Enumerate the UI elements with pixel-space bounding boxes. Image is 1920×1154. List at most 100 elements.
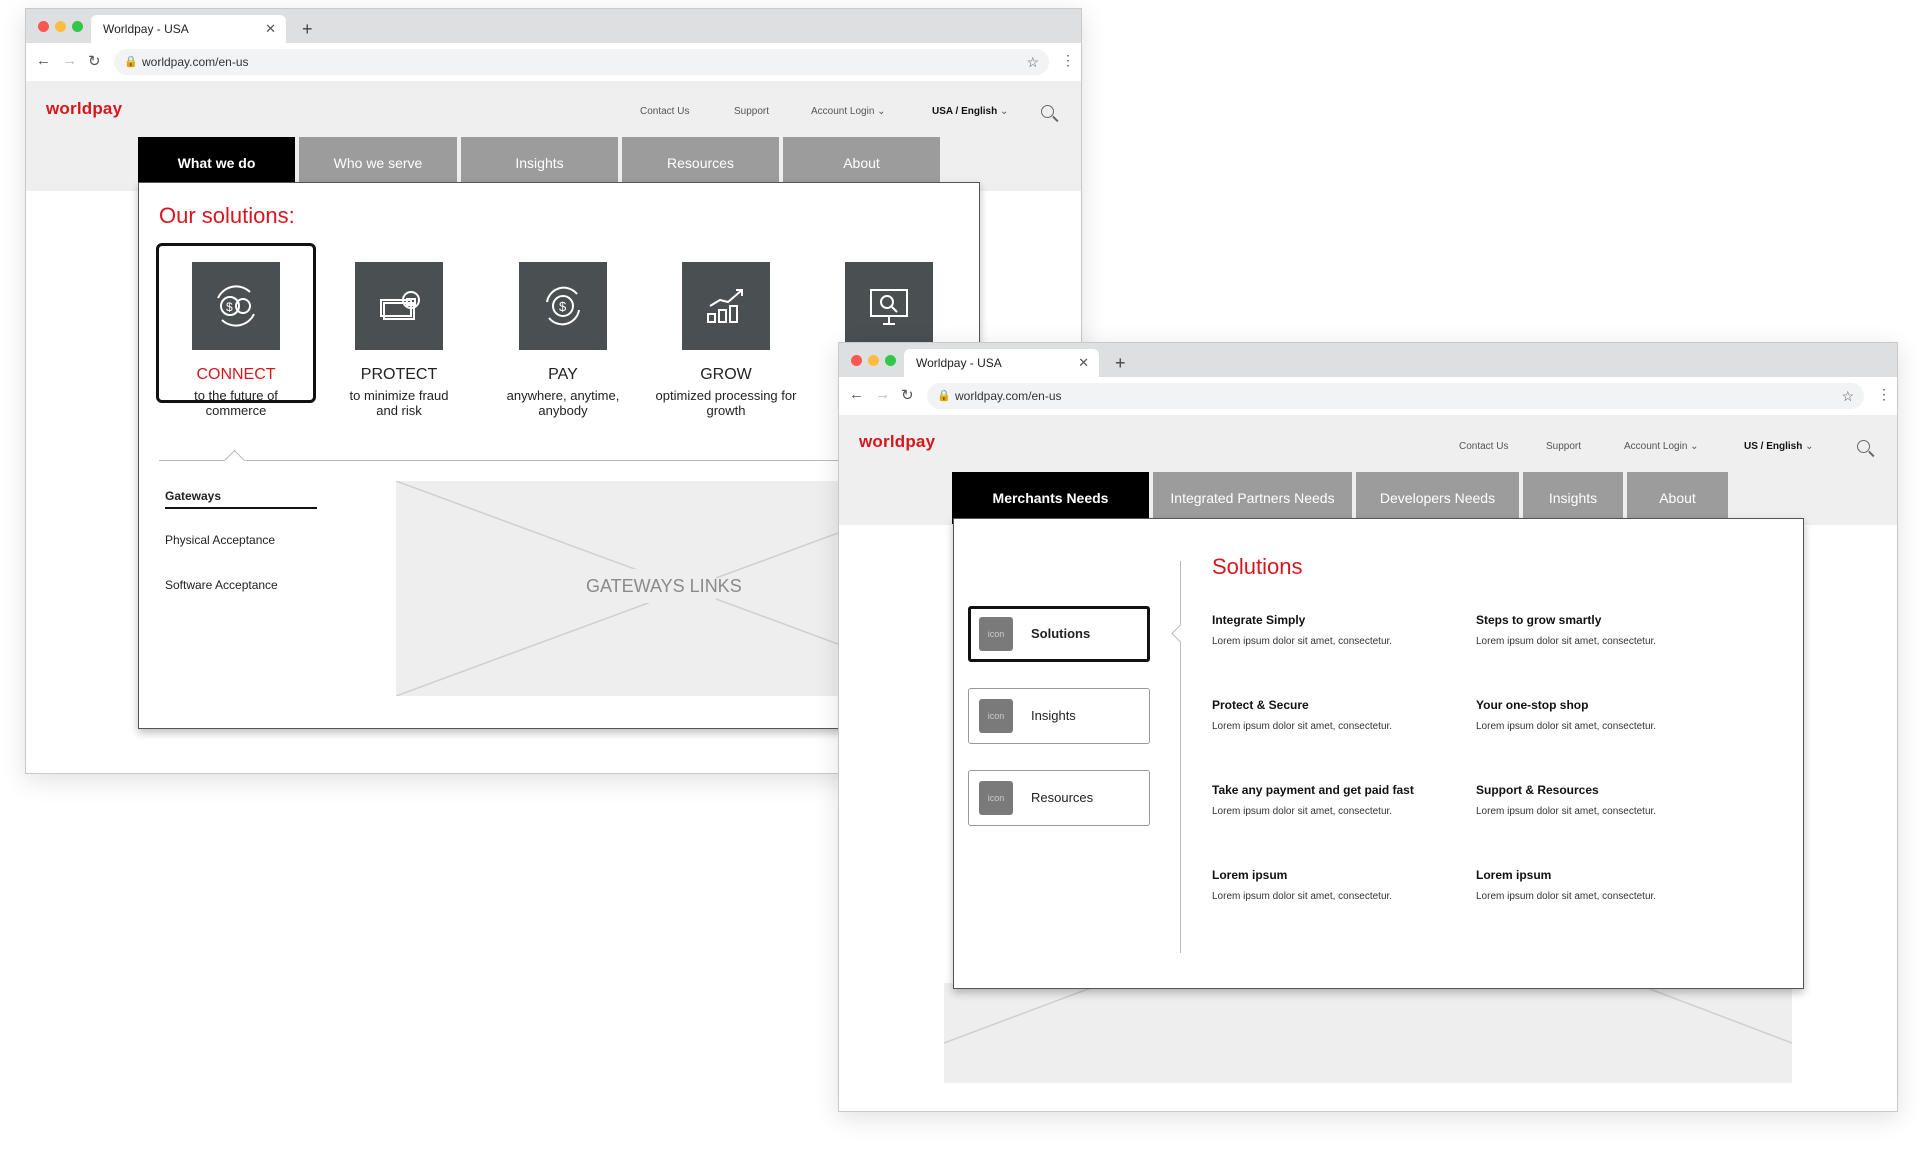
worldpay-logo[interactable]: worldpay	[46, 99, 122, 119]
solution-card-pay[interactable]: $ PAY anywhere, anytime, anybody	[483, 262, 643, 418]
browser-tab[interactable]: Worldpay - USA ✕	[904, 349, 1099, 377]
new-tab-icon[interactable]: +	[302, 15, 313, 43]
side-link-software-acceptance[interactable]: Software Acceptance	[165, 578, 278, 592]
close-tab-icon[interactable]: ✕	[265, 15, 276, 43]
pointer-caret	[1171, 624, 1190, 643]
maximize-dot[interactable]	[72, 21, 83, 32]
browser-menu-icon[interactable]: ⋮	[1061, 52, 1075, 69]
url-field[interactable]: 🔒 worldpay.com/en-us ☆	[114, 49, 1049, 75]
site-header: worldpay Contact Us Support Account Logi…	[26, 81, 1081, 191]
solution-item-title[interactable]: Lorem ipsum	[1476, 868, 1551, 882]
nav-tab-about[interactable]: About	[1627, 472, 1728, 524]
url-text: worldpay.com/en-us	[142, 55, 249, 69]
browser-menu-icon[interactable]: ⋮	[1877, 386, 1891, 403]
url-field[interactable]: 🔒 worldpay.com/en-us ☆	[927, 383, 1864, 409]
nav-tab-integrated-partners[interactable]: Integrated Partners Needs	[1153, 472, 1352, 524]
placeholder-label: GATEWAYS LINKS	[586, 569, 742, 603]
solution-item-title[interactable]: Integrate Simply	[1212, 613, 1305, 627]
region-dropdown[interactable]: USA / English ⌄	[932, 106, 1008, 117]
chevron-down-icon: ⌄	[1805, 441, 1814, 452]
region-dropdown[interactable]: US / English ⌄	[1744, 441, 1814, 452]
solution-item-desc: Lorem ipsum dolor sit amet, consectetur.	[1476, 806, 1657, 817]
solution-name: GROW	[700, 366, 752, 383]
currency-exchange-icon: $	[192, 262, 280, 350]
region-label: USA / English	[932, 106, 998, 117]
back-icon[interactable]: ←	[849, 386, 864, 403]
window-controls[interactable]	[851, 355, 896, 366]
support-link[interactable]: Support	[1546, 441, 1581, 452]
account-login-dropdown[interactable]: Account Login ⌄	[811, 106, 886, 117]
bookmark-star-icon[interactable]: ☆	[1841, 383, 1854, 409]
monitor-search-icon	[845, 262, 933, 350]
chevron-down-icon: ⌄	[877, 106, 886, 117]
solution-item-title[interactable]: Take any payment and get paid fast	[1212, 783, 1414, 797]
reload-icon[interactable]: ↻	[88, 52, 101, 70]
maximize-dot[interactable]	[885, 355, 896, 366]
nav-tab-insights[interactable]: Insights	[1523, 472, 1623, 524]
site-header: worldpay Contact Us Support Account Logi…	[839, 415, 1897, 525]
chevron-down-icon: ⌄	[999, 106, 1009, 117]
side-button-label: Resources	[1031, 790, 1094, 805]
solution-name: PROTECT	[360, 366, 438, 383]
support-link[interactable]: Support	[734, 106, 769, 117]
solution-item-title[interactable]: Your one-stop shop	[1476, 698, 1588, 712]
worldpay-logo[interactable]: worldpay	[859, 432, 935, 452]
placeholder-icon: icon	[979, 617, 1013, 651]
solution-item-desc: Lorem ipsum dolor sit amet, consectetur.	[1476, 891, 1657, 902]
address-bar: ← → ↻ 🔒 worldpay.com/en-us ☆ ⋮	[839, 377, 1897, 416]
solution-card-grow[interactable]: GROW optimized processing for growth	[646, 262, 806, 418]
side-button-solutions[interactable]: icon Solutions	[968, 606, 1150, 662]
solution-item-title[interactable]: Lorem ipsum	[1212, 868, 1287, 882]
section-heading: Solutions	[1212, 554, 1303, 579]
close-dot[interactable]	[851, 355, 862, 366]
new-tab-icon[interactable]: +	[1115, 349, 1126, 377]
solution-item-desc: Lorem ipsum dolor sit amet, consectetur.	[1212, 636, 1393, 647]
tab-title: Worldpay - USA	[916, 356, 1002, 370]
forward-icon[interactable]: →	[875, 386, 890, 403]
solution-item-desc: Lorem ipsum dolor sit amet, consectetur.	[1476, 721, 1657, 732]
search-icon[interactable]	[1857, 440, 1870, 453]
svg-text:$: $	[226, 300, 233, 314]
svg-text:$: $	[559, 299, 567, 314]
window-controls[interactable]	[38, 21, 83, 32]
minimize-dot[interactable]	[868, 355, 879, 366]
nav-tab-merchants-needs[interactable]: Merchants Needs	[952, 472, 1149, 524]
url-text: worldpay.com/en-us	[955, 389, 1062, 403]
solution-name: CONNECT	[196, 366, 276, 383]
close-tab-icon[interactable]: ✕	[1078, 349, 1089, 377]
content-placeholder	[944, 983, 1792, 1083]
side-button-resources[interactable]: icon Resources	[968, 770, 1150, 826]
browser-tab[interactable]: Worldpay - USA ✕	[91, 15, 286, 43]
back-icon[interactable]: ←	[36, 52, 51, 69]
solution-item-title[interactable]: Support & Resources	[1476, 783, 1599, 797]
account-login-label: Account Login	[811, 106, 875, 117]
side-button-insights[interactable]: icon Insights	[968, 688, 1150, 744]
solution-name: PAY	[548, 366, 578, 383]
side-link-gateways[interactable]: Gateways	[165, 489, 221, 503]
solution-item-desc: Lorem ipsum dolor sit amet, consectetur.	[1476, 636, 1657, 647]
minimize-dot[interactable]	[55, 21, 66, 32]
solution-item-title[interactable]: Protect & Secure	[1212, 698, 1309, 712]
contact-us-link[interactable]: Contact Us	[1459, 441, 1508, 452]
forward-icon[interactable]: →	[62, 52, 77, 69]
placeholder-icon: icon	[979, 699, 1013, 733]
account-login-label: Account Login	[1624, 441, 1688, 452]
bookmark-star-icon[interactable]: ☆	[1026, 49, 1039, 75]
solution-card-connect[interactable]: $ CONNECT to the future of commerce	[156, 243, 316, 418]
solution-card-fifth[interactable]	[809, 262, 969, 350]
growth-chart-icon	[682, 262, 770, 350]
side-link-physical-acceptance[interactable]: Physical Acceptance	[165, 533, 275, 547]
lock-icon: 🔒	[124, 56, 138, 68]
reload-icon[interactable]: ↻	[901, 386, 914, 404]
account-login-dropdown[interactable]: Account Login ⌄	[1624, 441, 1699, 452]
solution-item-desc: Lorem ipsum dolor sit amet, consectetur.	[1212, 891, 1393, 902]
close-dot[interactable]	[38, 21, 49, 32]
solution-desc: anywhere, anytime, anybody	[506, 388, 620, 418]
solution-card-protect[interactable]: PROTECT to minimize fraud and risk	[319, 262, 479, 418]
nav-tab-developers-needs[interactable]: Developers Needs	[1356, 472, 1519, 524]
dollar-cycle-icon: $	[519, 262, 607, 350]
solution-item-title[interactable]: Steps to grow smartly	[1476, 613, 1601, 627]
mega-menu-panel: icon Solutions icon Insights icon Resour…	[953, 518, 1804, 989]
contact-us-link[interactable]: Contact Us	[640, 106, 689, 117]
search-icon[interactable]	[1041, 105, 1054, 118]
